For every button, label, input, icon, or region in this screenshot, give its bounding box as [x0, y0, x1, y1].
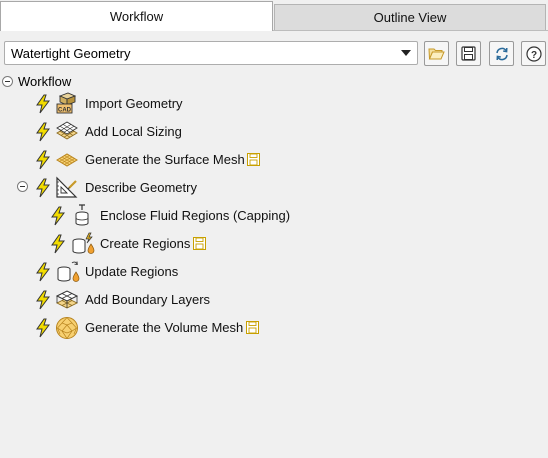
- local-sizing-icon: [56, 121, 78, 140]
- save-workflow-button[interactable]: [456, 41, 481, 66]
- task-enclose-fluid-regions[interactable]: Enclose Fluid Regions (Capping): [49, 204, 369, 228]
- lightning-bolt-icon: [51, 234, 65, 254]
- task-label: Enclose Fluid Regions (Capping): [100, 208, 291, 223]
- task-import-geometry[interactable]: CAD Import Geometry: [34, 92, 334, 116]
- collapse-describe-geometry-toggle[interactable]: [17, 181, 28, 192]
- lightning-bolt-icon: [36, 94, 50, 114]
- volume-mesh-icon: [56, 316, 78, 340]
- tab-workflow[interactable]: Workflow: [0, 1, 273, 31]
- task-label: Describe Geometry: [85, 180, 197, 195]
- folder-icon: [428, 48, 445, 60]
- lightning-bolt-icon: [36, 318, 50, 338]
- load-workflow-button[interactable]: [424, 41, 449, 66]
- task-describe-geometry[interactable]: Describe Geometry: [34, 176, 334, 200]
- capping-icon: [75, 204, 89, 226]
- task-label: Create Regions: [100, 236, 191, 251]
- task-label: Generate the Surface Mesh: [85, 152, 245, 167]
- cad-import-icon: CAD: [56, 92, 77, 114]
- collapse-workflow-toggle[interactable]: [2, 76, 13, 87]
- saved-state-icon: [246, 321, 259, 334]
- task-add-local-sizing[interactable]: Add Local Sizing: [34, 120, 334, 144]
- tree-root-label[interactable]: Workflow: [18, 74, 71, 89]
- svg-text:?: ?: [530, 50, 536, 61]
- task-create-regions[interactable]: Create Regions: [49, 232, 349, 256]
- refresh-workflow-button[interactable]: [489, 41, 514, 66]
- lightning-bolt-icon: [36, 150, 50, 170]
- task-generate-volume-mesh[interactable]: Generate the Volume Mesh: [34, 316, 334, 340]
- task-label: Import Geometry: [85, 96, 183, 111]
- task-update-regions[interactable]: Update Regions: [34, 260, 334, 284]
- task-label: Add Local Sizing: [85, 124, 182, 139]
- task-generate-surface-mesh[interactable]: Generate the Surface Mesh: [34, 148, 334, 172]
- save-icon: [461, 46, 476, 61]
- boundary-layers-icon: [55, 290, 79, 309]
- workflow-select[interactable]: Watertight Geometry: [4, 41, 418, 65]
- tab-outline-view[interactable]: Outline View: [274, 4, 546, 30]
- task-label: Add Boundary Layers: [85, 292, 211, 307]
- saved-state-icon: [193, 237, 206, 250]
- chevron-down-icon[interactable]: [401, 50, 411, 56]
- update-regions-icon: [57, 261, 80, 282]
- create-regions-icon: [72, 232, 95, 254]
- surface-mesh-icon: [56, 153, 78, 167]
- lightning-bolt-icon: [36, 290, 50, 310]
- refresh-icon: [495, 47, 508, 60]
- describe-geometry-icon: [56, 176, 78, 198]
- tab-bar: Workflow Outline View: [0, 0, 548, 31]
- lightning-bolt-icon: [36, 122, 50, 142]
- workflow-tree: Workflow CAD Import Geometry Add Local S…: [0, 71, 548, 458]
- saved-state-icon: [247, 153, 260, 166]
- lightning-bolt-icon: [36, 178, 50, 198]
- help-button[interactable]: ?: [521, 41, 546, 66]
- task-label: Generate the Volume Mesh: [85, 320, 244, 335]
- lightning-bolt-icon: [51, 206, 65, 226]
- task-label: Update Regions: [85, 264, 179, 279]
- svg-text:CAD: CAD: [58, 108, 72, 114]
- workflow-select-value: Watertight Geometry: [11, 45, 131, 61]
- task-add-boundary-layers[interactable]: Add Boundary Layers: [34, 288, 334, 312]
- help-icon: ?: [525, 45, 542, 62]
- lightning-bolt-icon: [36, 262, 50, 282]
